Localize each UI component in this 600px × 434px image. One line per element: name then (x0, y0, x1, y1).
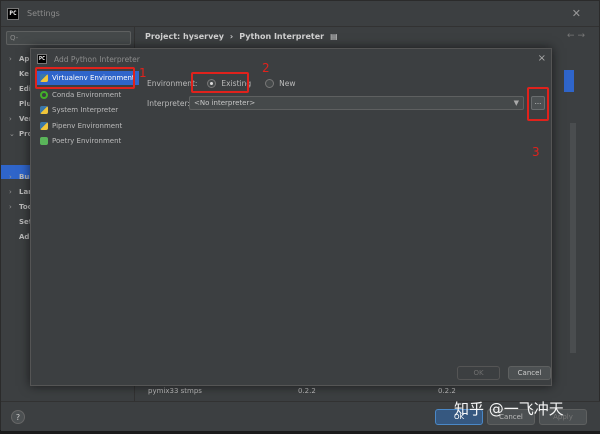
tree-item-version-control[interactable]: › Ver (9, 113, 32, 125)
dialog-cancel-button[interactable]: Cancel (508, 366, 551, 380)
annotation-number-2: 2 (262, 61, 270, 75)
annotation-box-2 (191, 72, 249, 93)
expand-arrow-icon: › (9, 55, 12, 63)
poetry-icon (40, 137, 48, 145)
watermark: 知乎 @一飞冲天 (454, 400, 564, 418)
pycharm-logo-icon: PC (7, 7, 19, 20)
expand-arrow-icon: › (9, 173, 12, 181)
tree-item-advanced[interactable]: Ad (9, 231, 29, 243)
interpreter-value: <No interpreter> (194, 99, 256, 107)
radio-unselected-icon (265, 79, 275, 88)
expand-arrow-icon: › (9, 85, 12, 93)
interpreter-label: Interpreter: (147, 99, 190, 108)
conda-icon (40, 91, 48, 99)
tree-item-settings-repository[interactable]: Set (9, 216, 32, 228)
python-icon (40, 106, 48, 114)
dialog-ok-button[interactable]: OK (457, 366, 500, 380)
env-item-conda[interactable]: Conda Environment (37, 88, 139, 102)
annotation-box-1 (35, 67, 135, 89)
window-title: Settings (27, 9, 60, 18)
annotation-number-3: 3 (532, 145, 540, 159)
dialog-title-bar: PC Add Python Interpreter × (31, 49, 551, 69)
search-icon: Q- (10, 34, 19, 42)
expand-arrow-icon: › (9, 203, 12, 211)
breadcrumb: Project: hyservey › Python Interpreter ▤ (145, 32, 338, 41)
breadcrumb-separator: › (229, 32, 234, 41)
tree-item-tools[interactable]: › Toc (9, 201, 32, 213)
radio-new-label: New (279, 79, 296, 88)
breadcrumb-project[interactable]: Project: hyservey (145, 32, 224, 41)
back-forward-arrows-icon[interactable]: ← → (567, 31, 585, 41)
tree-item-build[interactable]: › Bui (9, 171, 32, 183)
table-row[interactable]: pymix33 stmps 0.2.2 0.2.2 (148, 387, 588, 395)
package-latest: 0.2.2 (438, 387, 456, 395)
environment-list: Virtualenv Environment Conda Environment… (35, 71, 139, 381)
accent-strip (564, 70, 574, 92)
pycharm-logo-icon: PC (37, 54, 47, 64)
scrollbar[interactable] (570, 123, 576, 353)
collapse-arrow-icon: ⌄ (9, 130, 15, 138)
env-item-label: Pipenv Environment (52, 122, 123, 130)
tree-item-project[interactable]: ⌄ Pro (9, 128, 32, 140)
tree-item-languages[interactable]: › Lar (9, 186, 32, 198)
package-version: 0.2.2 (298, 387, 316, 395)
env-item-pipenv[interactable]: Pipenv Environment (37, 119, 139, 133)
expand-arrow-icon: › (9, 115, 12, 123)
project-scope-icon: ▤ (330, 32, 338, 41)
tree-item-plugins[interactable]: Plu (9, 98, 32, 110)
help-button[interactable]: ? (11, 410, 25, 424)
dialog-title: Add Python Interpreter (54, 54, 140, 64)
title-bar: PC Settings ✕ (1, 1, 599, 27)
breadcrumb-page: Python Interpreter (239, 32, 325, 41)
env-item-poetry[interactable]: Poetry Environment (37, 134, 139, 148)
tree-item-label: Ap (19, 55, 30, 63)
environment-label: Environment: (147, 79, 198, 88)
env-item-system[interactable]: System Interpreter (37, 103, 139, 117)
tree-item-keymap[interactable]: Ke (9, 68, 29, 80)
annotation-box-3 (527, 87, 549, 121)
settings-search-input[interactable]: Q- (6, 31, 131, 45)
tree-item-label: Ke (19, 70, 30, 78)
tree-item-label: Ad (19, 233, 30, 241)
close-window-icon[interactable]: ✕ (572, 7, 581, 20)
python-icon (40, 122, 48, 130)
env-item-label: System Interpreter (52, 106, 119, 114)
env-item-label: Conda Environment (52, 91, 122, 99)
tree-item-editor[interactable]: › Edi (9, 83, 31, 95)
package-name: pymix33 stmps (148, 387, 202, 395)
close-icon[interactable]: × (538, 53, 546, 64)
annotation-number-1: 1 (139, 66, 147, 80)
expand-arrow-icon: › (9, 188, 12, 196)
add-interpreter-dialog: PC Add Python Interpreter × Virtualenv E… (30, 48, 552, 386)
env-item-label: Poetry Environment (52, 137, 122, 145)
tree-item-appearance[interactable]: › Ap (9, 53, 29, 65)
dropdown-arrow-icon: ▼ (513, 99, 519, 107)
interpreter-select[interactable]: <No interpreter> ▼ (189, 96, 524, 110)
radio-new[interactable]: New (265, 79, 296, 88)
